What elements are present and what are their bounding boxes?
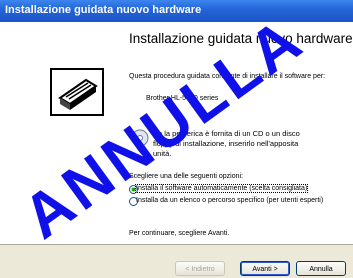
cancel-button[interactable]: Annulla xyxy=(296,261,346,276)
continue-text: Per continuare, scegliere Avanti. xyxy=(129,230,230,237)
wizard-content: Installazione guidata nuovo hardware Que… xyxy=(122,22,353,244)
title-bar[interactable]: Installazione guidata nuovo hardware xyxy=(0,0,353,22)
hardware-icon xyxy=(50,68,104,116)
window-title: Installazione guidata nuovo hardware xyxy=(5,4,202,16)
back-button[interactable]: < Indietro xyxy=(175,261,225,276)
cd-line-3: unità. xyxy=(153,149,172,158)
button-bar: < Indietro Avanti > Annulla xyxy=(0,244,353,278)
radio-auto-label[interactable]: Installa il software automaticamente (sc… xyxy=(134,184,309,193)
cd-line-1: Se la periferica è fornita di un CD o un… xyxy=(153,129,300,138)
next-button[interactable]: Avanti > xyxy=(240,261,290,276)
wizard-window: Installazione guidata nuovo hardware Ins… xyxy=(0,0,353,278)
device-name: Brother HL-5000 series xyxy=(146,95,219,102)
intro-text: Questa procedura guidata consente di ins… xyxy=(129,73,326,80)
options-question: Scegliere una delle seguenti opzioni: xyxy=(129,173,244,180)
radio-manual-label[interactable]: Installa da un elenco o percorso specifi… xyxy=(136,197,323,204)
cd-icon xyxy=(131,129,149,147)
wizard-side-panel xyxy=(0,22,122,244)
cd-instructions: Se la periferica è fornita di un CD o un… xyxy=(153,129,300,159)
cd-line-2: floppy di installazione, inserirlo nell'… xyxy=(153,139,299,148)
wizard-heading: Installazione guidata nuovo hardware xyxy=(129,31,353,46)
